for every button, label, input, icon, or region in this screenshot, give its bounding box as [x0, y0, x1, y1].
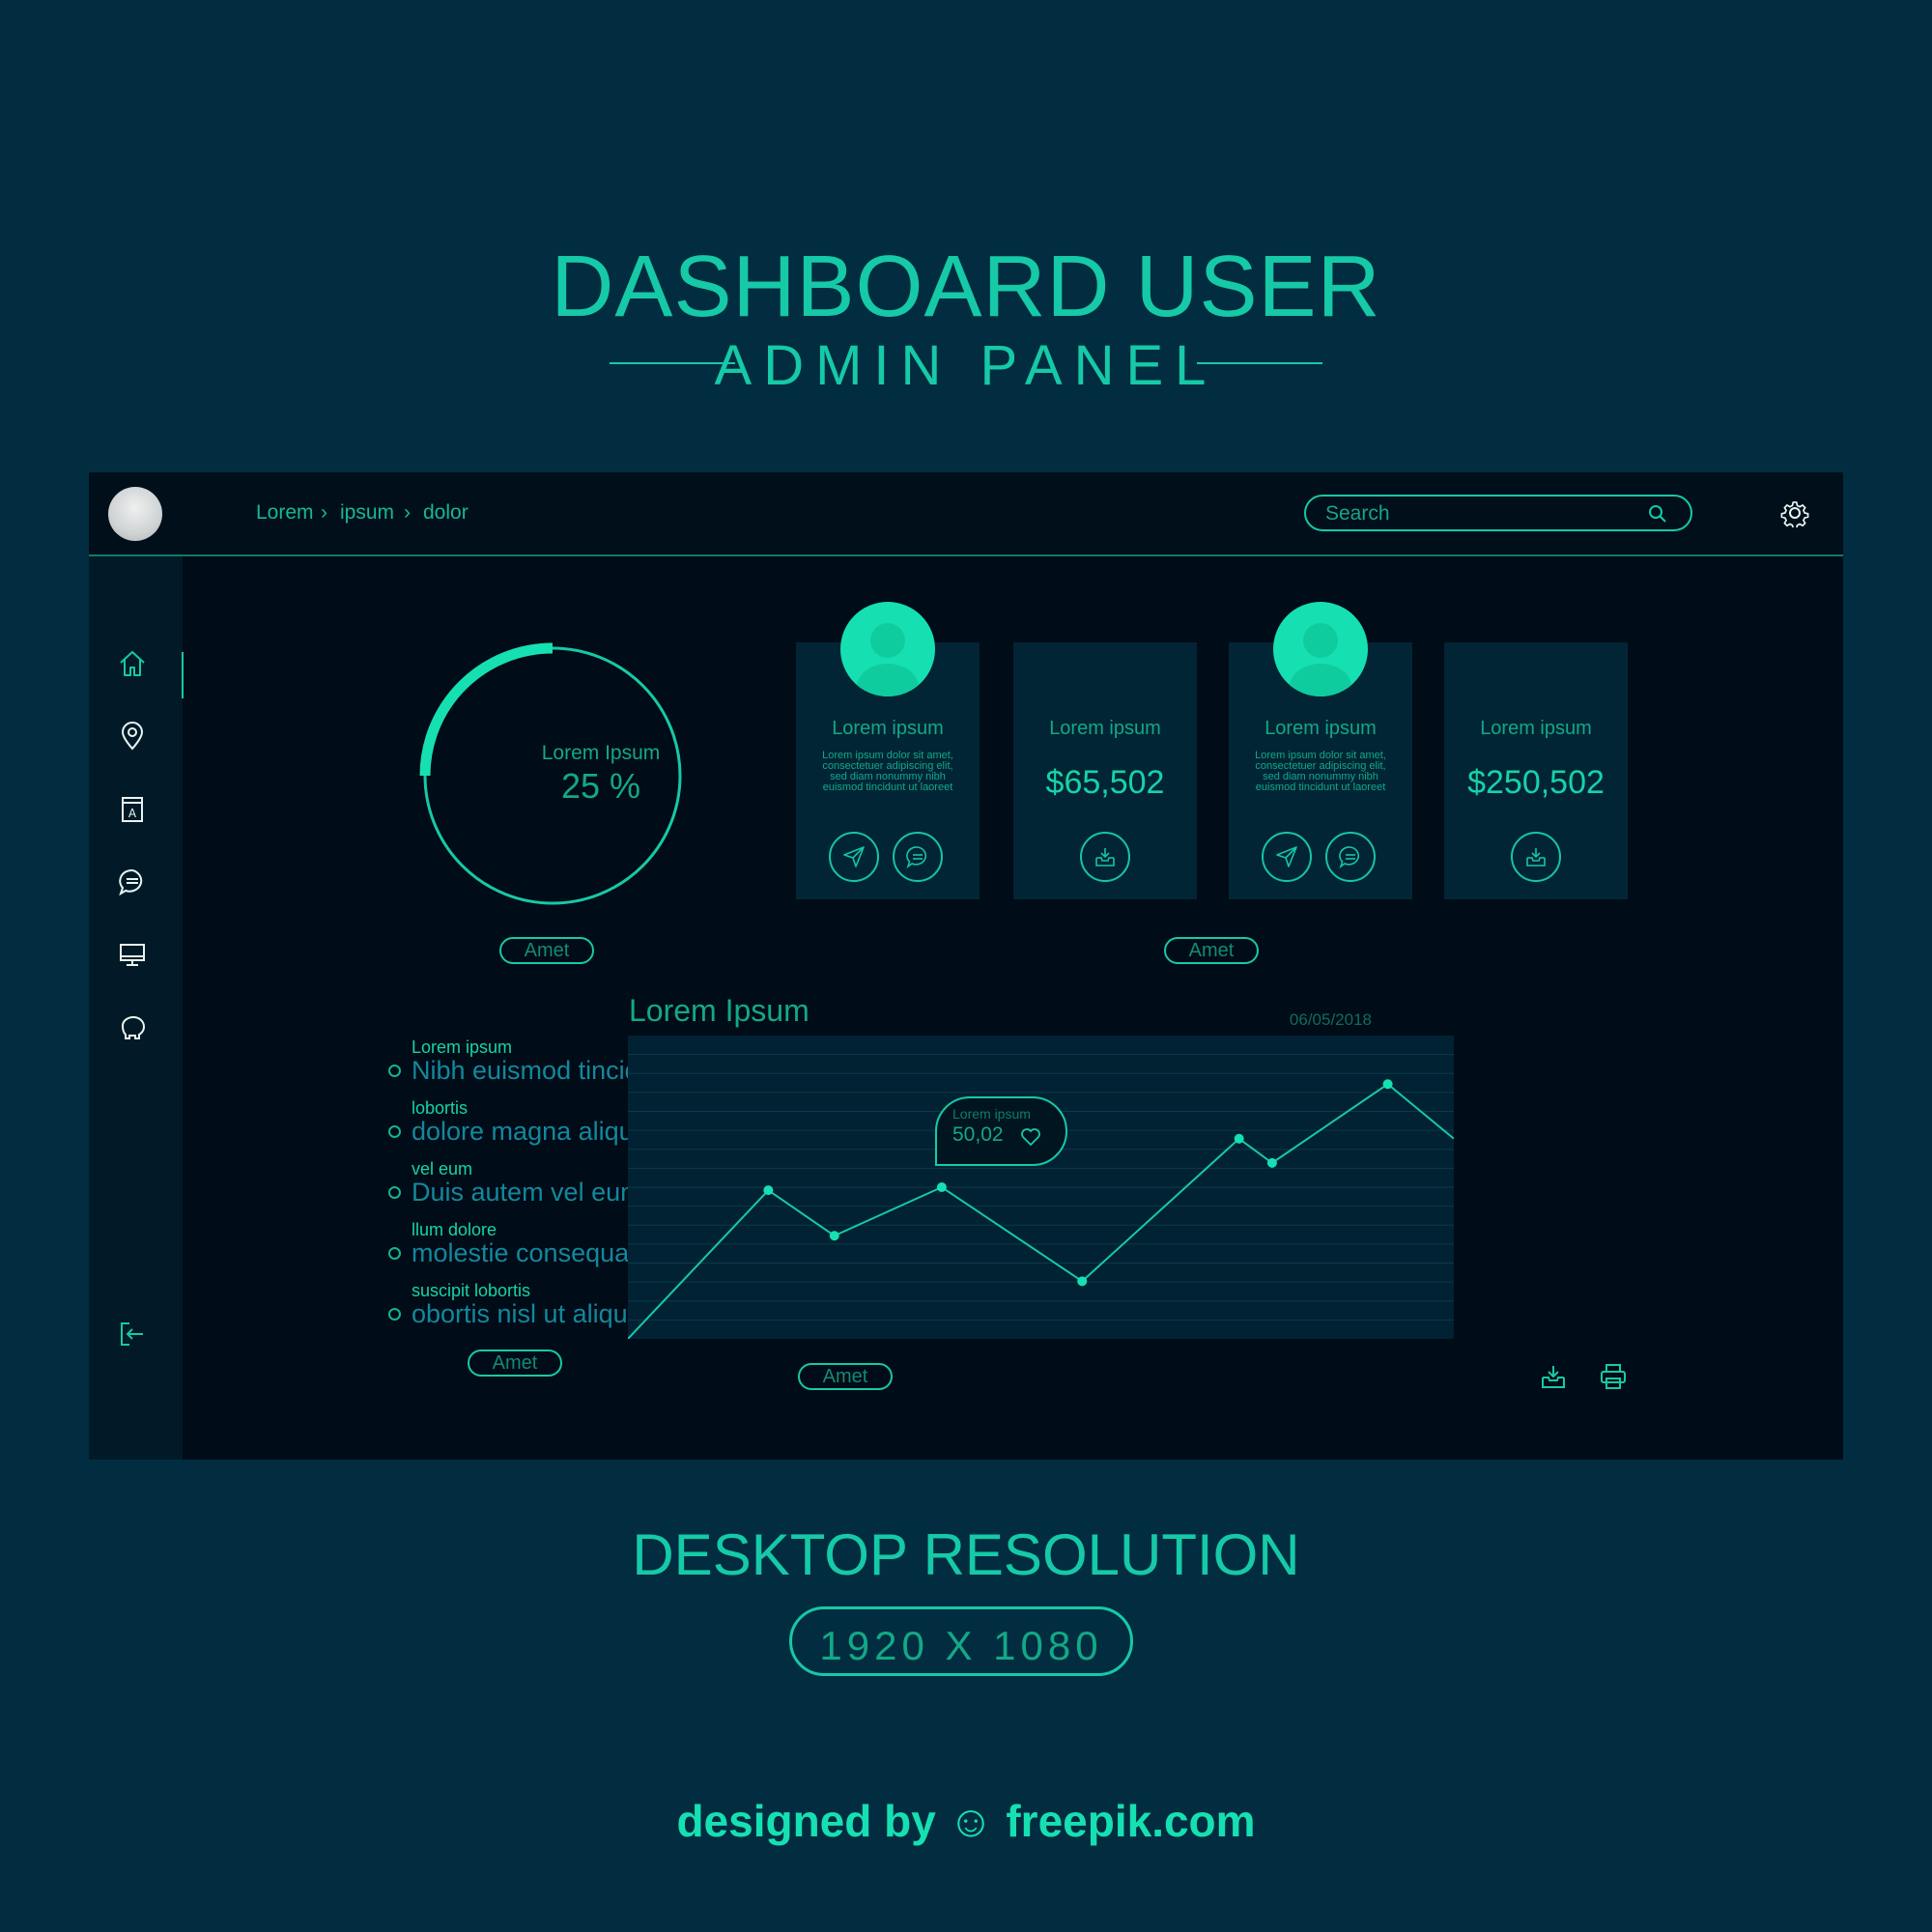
- line-chart: [628, 1036, 1454, 1339]
- chat-icon: [906, 846, 927, 868]
- search-box: [1304, 495, 1692, 531]
- chart-date: 06/05/2018: [1289, 1010, 1372, 1029]
- radio-icon[interactable]: [388, 1308, 401, 1321]
- inbox-download-icon: [1095, 848, 1115, 867]
- book-icon[interactable]: A: [118, 795, 147, 824]
- credit-text: designed by ☺ freepik.com: [676, 1796, 1256, 1846]
- list-item-text: obortis nisl ut aliquip: [412, 1299, 648, 1328]
- amet-button[interactable]: Amet: [468, 1350, 562, 1377]
- breadcrumb-item-1[interactable]: Lorem: [256, 501, 314, 525]
- amet-button[interactable]: Amet: [499, 937, 594, 964]
- tooltip-label: Lorem ipsum: [952, 1106, 1031, 1122]
- download-icon[interactable]: [1539, 1362, 1568, 1391]
- card-text: Lorem ipsum dolor sit amet, consectetuer…: [1255, 750, 1386, 793]
- radio-icon[interactable]: [388, 1186, 401, 1199]
- chart-point[interactable]: [1266, 1157, 1277, 1168]
- chart-point[interactable]: [763, 1185, 774, 1196]
- search-icon[interactable]: [1648, 504, 1667, 524]
- list-item-text: Duis autem vel eum: [412, 1178, 642, 1207]
- active-indicator: [182, 652, 184, 698]
- divider-right: [1197, 362, 1322, 364]
- heart-icon[interactable]: [1020, 1127, 1041, 1147]
- chart-point[interactable]: [1234, 1133, 1244, 1144]
- search-input[interactable]: [1323, 499, 1646, 528]
- user-avatar[interactable]: [108, 487, 162, 541]
- logout-icon[interactable]: [118, 1320, 147, 1349]
- profile-card-2: Lorem ipsum Lorem ipsum dolor sit amet, …: [1229, 602, 1412, 899]
- list-item-caption: lobortis: [412, 1098, 469, 1118]
- resolution-value: 1920 X 1080: [819, 1623, 1103, 1668]
- top-bar: Lorem › ipsum › dolor: [89, 472, 1843, 556]
- send-button[interactable]: [829, 832, 879, 882]
- monitor-icon[interactable]: [118, 940, 147, 969]
- radio-icon[interactable]: [388, 1125, 401, 1138]
- home-icon[interactable]: [118, 649, 147, 678]
- download-button[interactable]: [1511, 832, 1561, 882]
- chart-tooltip: Lorem ipsum 50,02: [935, 1096, 1067, 1166]
- chart-point[interactable]: [829, 1231, 839, 1241]
- sidebar: A: [89, 556, 183, 1460]
- radio-icon[interactable]: [388, 1247, 401, 1260]
- list-item-caption: Lorem ipsum: [412, 1037, 513, 1057]
- list-item-text: molestie consequat: [412, 1238, 637, 1267]
- list-item-caption: vel eum: [412, 1159, 473, 1179]
- chart-title: Lorem Ipsum: [629, 993, 810, 1028]
- chat-icon: [1339, 846, 1360, 868]
- revenue-card-2: Lorem ipsum $250,502: [1444, 642, 1628, 899]
- download-button[interactable]: [1080, 832, 1130, 882]
- send-icon: [1276, 846, 1297, 867]
- revenue-card-1: Lorem ipsum $65,502: [1013, 642, 1197, 899]
- message-button[interactable]: [1325, 832, 1376, 882]
- card-title: Lorem ipsum: [1264, 718, 1377, 739]
- location-pin-icon[interactable]: [118, 722, 147, 751]
- card-title: Lorem ipsum: [832, 718, 944, 739]
- send-icon: [843, 846, 865, 867]
- printer-icon[interactable]: [1599, 1362, 1628, 1391]
- inbox-download-icon: [1526, 848, 1546, 867]
- chart-point[interactable]: [936, 1182, 947, 1192]
- progress-label: Lorem Ipsum: [541, 742, 661, 764]
- chevron-right-icon: ›: [321, 501, 327, 524]
- profile-avatar[interactable]: [1273, 602, 1368, 696]
- card-text: Lorem ipsum dolor sit amet, consectetuer…: [822, 750, 953, 793]
- breadcrumb-item-3[interactable]: dolor: [423, 501, 469, 525]
- dashboard-window: Lorem › ipsum › dolor A: [89, 472, 1843, 1460]
- gear-icon[interactable]: [1780, 498, 1809, 527]
- list-item-caption: llum dolore: [412, 1220, 497, 1239]
- amet-button[interactable]: Amet: [798, 1363, 893, 1390]
- profile-card-1: Lorem ipsum Lorem ipsum dolor sit amet, …: [796, 602, 980, 899]
- profile-avatar[interactable]: [840, 602, 935, 696]
- hero-subtitle: ADMIN PANEL: [714, 334, 1218, 397]
- card-price: $65,502: [1045, 764, 1165, 801]
- list-item-caption: suscipit lobortis: [412, 1281, 531, 1300]
- card-title: Lorem ipsum: [1049, 718, 1161, 739]
- hero-title: DASHBOARD USER: [551, 239, 1381, 335]
- send-button[interactable]: [1262, 832, 1312, 882]
- chat-icon[interactable]: [118, 867, 147, 896]
- progress-value: 25 %: [560, 766, 641, 806]
- card-title: Lorem ipsum: [1480, 718, 1592, 739]
- resolution-badge: 1920 X 1080: [789, 1606, 1133, 1676]
- chart-point[interactable]: [1077, 1276, 1088, 1287]
- piggy-bank-icon[interactable]: [118, 1012, 147, 1041]
- chevron-right-icon: ›: [404, 501, 411, 524]
- resolution-title: DESKTOP RESOLUTION: [632, 1522, 1300, 1587]
- radio-icon[interactable]: [388, 1065, 401, 1077]
- card-price: $250,502: [1467, 764, 1605, 801]
- tooltip-value: 50,02: [952, 1123, 1004, 1146]
- svg-text:A: A: [128, 807, 137, 820]
- breadcrumb-item-2[interactable]: ipsum: [340, 501, 394, 525]
- message-button[interactable]: [893, 832, 943, 882]
- amet-button[interactable]: Amet: [1164, 937, 1259, 964]
- chart-point[interactable]: [1382, 1079, 1393, 1090]
